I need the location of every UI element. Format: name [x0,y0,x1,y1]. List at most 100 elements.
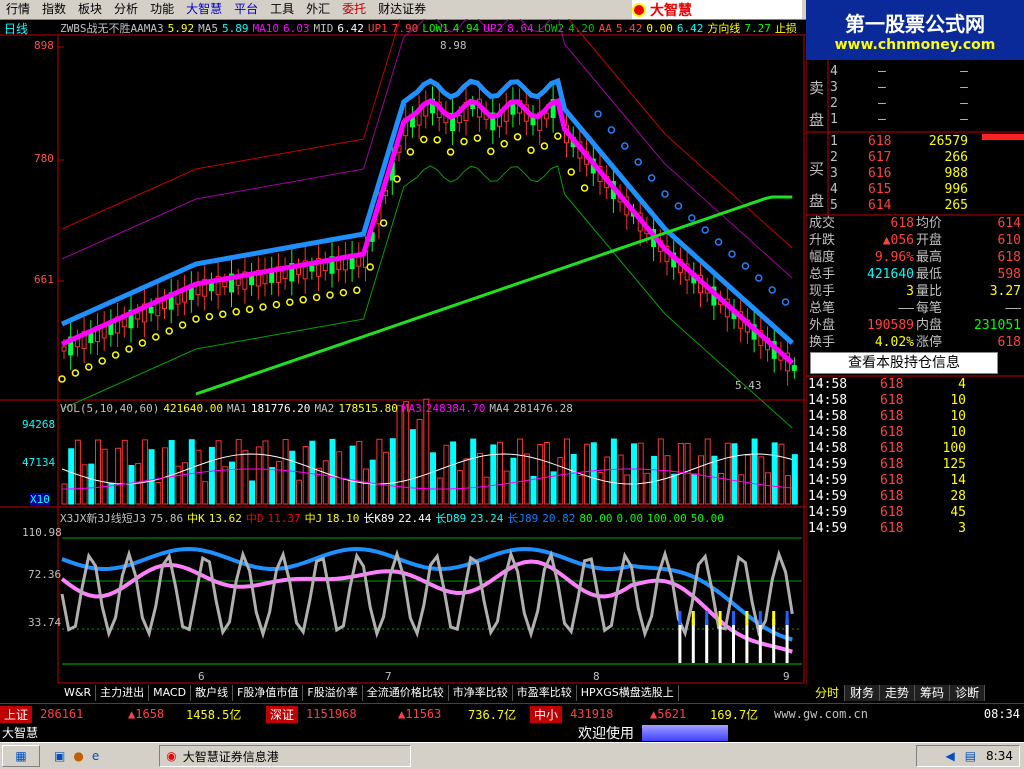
sar-dot [286,298,294,306]
sar-dot [688,214,696,222]
menu-item[interactable]: 板块 [72,0,108,19]
stat-value: 610 [997,233,1021,248]
sar-dot [446,148,455,156]
stat-value: 618 [890,216,914,231]
menu-item[interactable]: 功能 [144,0,180,19]
quote-row: 2 — — [806,96,1024,112]
upper-band-line [61,15,793,279]
indicator-tab[interactable]: 市盈率比较 [513,685,577,701]
tick-time: 14:59 [808,457,848,472]
indicator-tab[interactable]: F股溢价率 [303,685,363,701]
price-tick-2: 780 [34,152,54,165]
menu-item[interactable]: 财达证券 [372,0,432,19]
menu-item[interactable]: 大智慧 [180,0,228,19]
volume-bar [188,439,195,505]
signal-bar [691,619,695,663]
ask-price: — [878,96,886,111]
volume-bar [68,448,75,505]
volume-bar [463,458,470,505]
menu-item[interactable]: 分析 [108,0,144,19]
candle-body [296,267,301,275]
volume-bar [597,472,604,505]
indicator-tab[interactable]: HPXGS横盘选股上 [577,685,679,701]
sar-dot [580,184,589,192]
menu-item[interactable]: 委托 [336,0,372,19]
sh-change: ▲1658 [128,707,165,721]
indicator-value: 23.24 [470,512,504,525]
taskbar-window-button[interactable]: ◉ 大智慧证券信息港 [159,745,412,767]
volume-bar [617,454,624,505]
indicator-tab[interactable]: MACD [149,685,192,701]
sar-dot [781,298,790,306]
level-number: 2 [830,96,838,111]
desktop-icon[interactable]: ▣ [54,749,65,763]
bid-volume: 996 [944,182,968,197]
volume-bar [751,438,758,505]
sar-dot [621,142,629,150]
holdings-button[interactable]: 查看本股持仓信息 [810,352,998,374]
volume-bar [436,477,443,505]
volume-bar [483,476,490,505]
right-tab[interactable]: 财务 [845,685,881,701]
status-time: 08:34 [983,707,1020,721]
right-tab[interactable]: 筹码 [915,685,951,701]
right-tab[interactable]: 走势 [880,685,916,701]
indicator-tab[interactable]: F股净值市值 [233,685,304,701]
volume-bar [74,439,81,505]
menu-item[interactable]: 指数 [36,0,72,19]
indicator-tab[interactable]: W&R [60,685,97,701]
kline-chart-area[interactable]: 日线 ZWBS战无不胜AAMA3 5.92 MA5 5.89 MA10 6.03 MID 6.… [0,0,806,685]
menu-item[interactable]: 工具 [264,0,300,19]
kline-chart-svg[interactable] [0,0,806,685]
menu-item[interactable]: 平台 [228,0,264,19]
signal-bar [691,611,695,625]
level-number: 2 [830,150,838,165]
right-tab[interactable]: 诊断 [950,685,986,701]
candle-body [235,277,241,286]
quote-row: 14:59 618 125 [806,457,1024,473]
period-label[interactable]: 日线 [4,20,28,37]
sar-dot [460,137,468,146]
start-button[interactable]: ▦ [2,745,40,767]
quote-row: 总笔 —— 每笔 —— [806,301,1024,317]
sar-dot [393,175,401,183]
tick-time: 14:59 [808,505,848,520]
volume-bar [476,452,483,505]
ask-price: — [878,80,886,95]
volume-bar [242,450,249,505]
indicator-tab[interactable]: 市净率比较 [449,685,513,701]
network-icon[interactable]: ▤ [965,749,976,763]
tick-price: 618 [880,377,904,392]
sh-index-label[interactable]: 上证 [0,705,33,723]
menu-item[interactable]: 外汇 [300,0,336,19]
volume-icon[interactable]: ◀ [945,749,954,763]
ask-price: — [878,112,886,127]
volume-bar [698,455,704,505]
indicator-tab[interactable]: 主力进出 [96,685,150,701]
sar-dot [768,286,776,294]
indicator-tab[interactable]: 散户线 [191,685,234,701]
volume-bar [664,455,671,505]
explorer-icon[interactable]: ● [73,749,83,763]
level-number: 1 [830,134,838,149]
ie-icon[interactable]: e [92,749,99,763]
sar-dot [487,147,495,156]
vol-tick-2: 47134 [22,456,56,469]
sz-index-label[interactable]: 深证 [266,705,299,723]
sar-dot [540,142,549,150]
sar-dot [58,375,66,383]
clock: 8:34 [986,749,1013,763]
indicator-tab[interactable]: 全流通价格比较 [363,685,449,701]
volume-bar [490,444,497,505]
tick-volume: 10 [950,393,966,408]
stat-key: 涨停 [916,335,943,350]
indicator-value: MA4 [489,402,510,415]
sar-dot [500,140,508,148]
stat-value: 614 [997,216,1021,231]
right-tab[interactable]: 分时 [810,685,846,701]
stat-value: 4.02% [874,335,914,350]
volume-bar [416,418,423,505]
zx-index-label[interactable]: 中小 [530,705,563,723]
menu-item[interactable]: 行情 [0,0,36,19]
volume-bar [691,473,698,505]
